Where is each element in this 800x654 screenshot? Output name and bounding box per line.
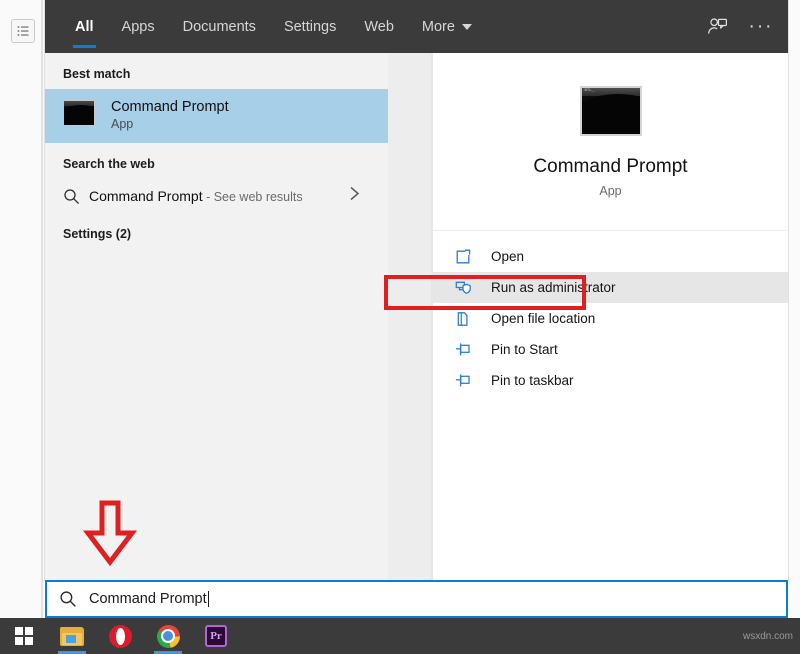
tab-web[interactable]: Web (350, 0, 408, 53)
tab-documents-label: Documents (183, 19, 256, 35)
ellipsis-glyph: ··· (749, 17, 774, 36)
tab-apps-label: Apps (122, 19, 155, 35)
premiere-pro-icon: Pr (205, 625, 227, 647)
ellipsis-icon[interactable]: ··· (742, 8, 780, 46)
folder-icon (60, 627, 84, 646)
taskbar: Pr (0, 618, 800, 654)
open-icon (455, 249, 475, 265)
search-the-web-header: Search the web (45, 143, 388, 179)
result-item-texts: Command Prompt App (111, 98, 229, 134)
chevron-down-icon (462, 24, 472, 30)
action-pin-to-start-label: Pin to Start (491, 342, 558, 357)
tab-apps[interactable]: Apps (108, 0, 169, 53)
web-result-label: Command Prompt - See web results (89, 188, 303, 204)
windows-logo-icon (15, 627, 33, 645)
preview-actions: Open Run as administrator (433, 231, 788, 396)
desktop-background (0, 0, 45, 618)
search-input-value: Command Prompt (89, 591, 207, 607)
desktop-edge-divider (41, 0, 43, 618)
search-icon (63, 188, 89, 205)
action-open-label: Open (491, 249, 524, 264)
preview-title: Command Prompt (533, 156, 687, 178)
web-result-suffix: - See web results (203, 190, 303, 204)
settings-section-header: Settings (2) (45, 213, 388, 249)
web-result-query: Command Prompt (89, 188, 203, 204)
web-result-item[interactable]: Command Prompt - See web results (45, 179, 388, 213)
action-pin-to-start[interactable]: Pin to Start (433, 334, 788, 365)
feedback-person-icon[interactable] (698, 8, 736, 46)
command-prompt-icon-large: BTL_ (580, 86, 642, 136)
start-button[interactable] (0, 618, 48, 654)
search-filter-tabs: All Apps Documents Settings Web More (45, 0, 486, 53)
action-open-file-location[interactable]: Open file location (433, 303, 788, 334)
tab-more-label: More (422, 19, 455, 35)
panel-gap (388, 53, 433, 580)
best-match-header: Best match (45, 53, 388, 89)
search-input[interactable]: Command Prompt (45, 580, 788, 618)
text-cursor (208, 591, 209, 607)
result-item-command-prompt[interactable]: Command Prompt App (45, 89, 388, 143)
chrome-icon (157, 625, 180, 648)
topbar-actions: ··· (698, 0, 780, 53)
result-item-title: Command Prompt (111, 98, 229, 116)
tab-more[interactable]: More (408, 0, 486, 53)
tab-settings[interactable]: Settings (270, 0, 350, 53)
red-down-arrow (82, 500, 138, 571)
action-run-as-administrator-label: Run as administrator (491, 280, 616, 295)
shield-admin-icon (455, 280, 475, 296)
tab-all[interactable]: All (61, 0, 108, 53)
tab-web-label: Web (364, 19, 394, 35)
screen: All Apps Documents Settings Web More (0, 0, 800, 654)
tab-settings-label: Settings (284, 19, 336, 35)
list-icon[interactable] (11, 19, 35, 43)
search-flyout: All Apps Documents Settings Web More (45, 0, 788, 580)
chevron-right-icon[interactable] (349, 186, 360, 207)
premiere-pro-button[interactable]: Pr (192, 618, 240, 654)
search-icon (59, 590, 89, 608)
preview-pane: BTL_ Command Prompt App Open (433, 53, 788, 580)
pin-icon (455, 342, 475, 357)
search-filter-tabs-bar: All Apps Documents Settings Web More (45, 0, 788, 53)
result-item-subtitle: App (111, 116, 229, 134)
action-open-file-location-label: Open file location (491, 311, 595, 326)
tab-all-label: All (75, 19, 94, 35)
opera-button[interactable] (96, 618, 144, 654)
command-prompt-icon (63, 100, 95, 132)
pin-icon (455, 373, 475, 388)
folder-location-icon (455, 311, 475, 327)
preview-icon-caption: BTL_ (585, 89, 595, 93)
file-explorer-button[interactable] (48, 618, 96, 654)
action-run-as-administrator[interactable]: Run as administrator (433, 272, 788, 303)
action-open[interactable]: Open (433, 241, 788, 272)
watermark: wsxdn.com (743, 631, 793, 642)
preview-header: BTL_ Command Prompt App (433, 53, 788, 231)
chrome-button[interactable] (144, 618, 192, 654)
tab-documents[interactable]: Documents (169, 0, 270, 53)
action-pin-to-taskbar-label: Pin to taskbar (491, 373, 574, 388)
opera-icon (109, 625, 132, 648)
action-pin-to-taskbar[interactable]: Pin to taskbar (433, 365, 788, 396)
preview-subtitle: App (599, 184, 621, 198)
